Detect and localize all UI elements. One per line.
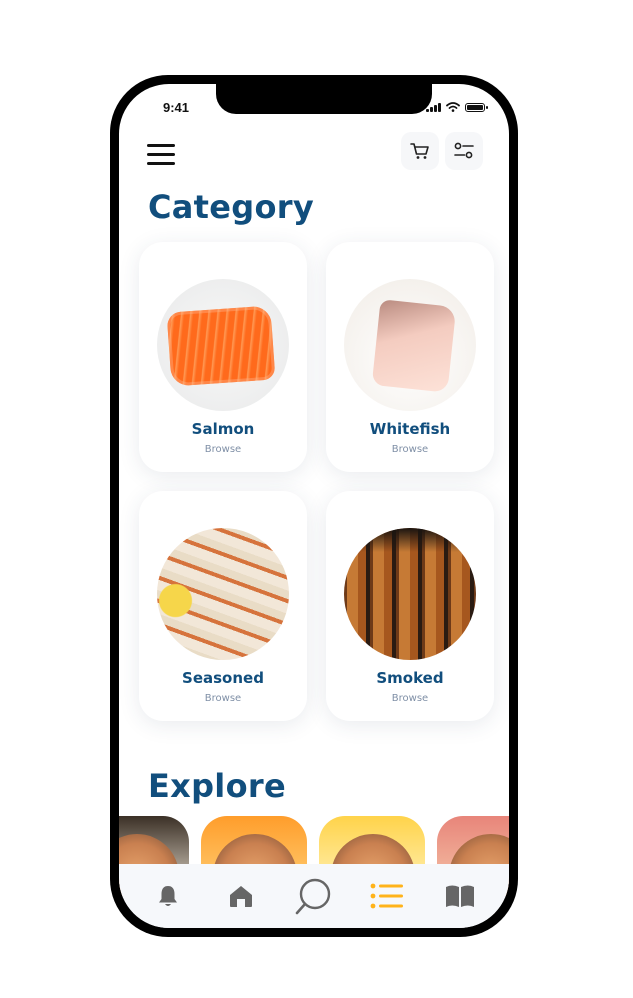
smoked-photo [344, 528, 476, 660]
tab-recipes[interactable] [438, 874, 482, 918]
whitefish-photo [344, 279, 476, 411]
bell-icon [158, 886, 177, 906]
battery-icon [465, 102, 488, 112]
list-icon [370, 883, 404, 909]
category-card-salmon[interactable]: Salmon Browse [139, 242, 307, 472]
notch [216, 84, 432, 114]
filter-sliders-icon [454, 142, 474, 159]
browse-link[interactable]: Browse [139, 444, 307, 455]
tab-home[interactable] [219, 874, 263, 918]
book-icon [446, 885, 475, 907]
category-title: Category [148, 188, 315, 226]
search-icon [295, 878, 331, 915]
tab-notifications[interactable] [146, 874, 190, 918]
category-card-seasoned[interactable]: Seasoned Browse [139, 491, 307, 721]
category-card-whitefish[interactable]: Whitefish Browse [326, 242, 494, 472]
bottom-tab-bar [119, 864, 509, 928]
wifi-icon [446, 102, 460, 112]
seasoned-photo [157, 528, 289, 660]
explore-title: Explore [148, 767, 286, 805]
app-screen: 9:41 Category Salmon Browse Whitefish Br… [119, 84, 509, 928]
status-icons [426, 102, 488, 112]
category-name: Smoked [376, 669, 444, 687]
tab-search[interactable] [292, 874, 336, 918]
category-card-smoked[interactable]: Smoked Browse [326, 491, 494, 721]
category-name: Whitefish [369, 420, 451, 438]
tab-categories[interactable] [365, 874, 409, 918]
phone-frame: 9:41 Category Salmon Browse Whitefish Br… [110, 75, 518, 937]
menu-button[interactable] [147, 144, 175, 166]
browse-link[interactable]: Browse [326, 444, 494, 455]
salmon-photo [157, 279, 289, 411]
status-time: 9:41 [163, 100, 190, 115]
category-name: Salmon [191, 420, 255, 438]
shopping-cart-icon [410, 143, 429, 159]
cart-button[interactable] [401, 132, 439, 170]
browse-link[interactable]: Browse [139, 693, 307, 704]
home-icon [229, 886, 252, 907]
filter-button[interactable] [445, 132, 483, 170]
browse-link[interactable]: Browse [326, 693, 494, 704]
category-name: Seasoned [182, 669, 264, 687]
